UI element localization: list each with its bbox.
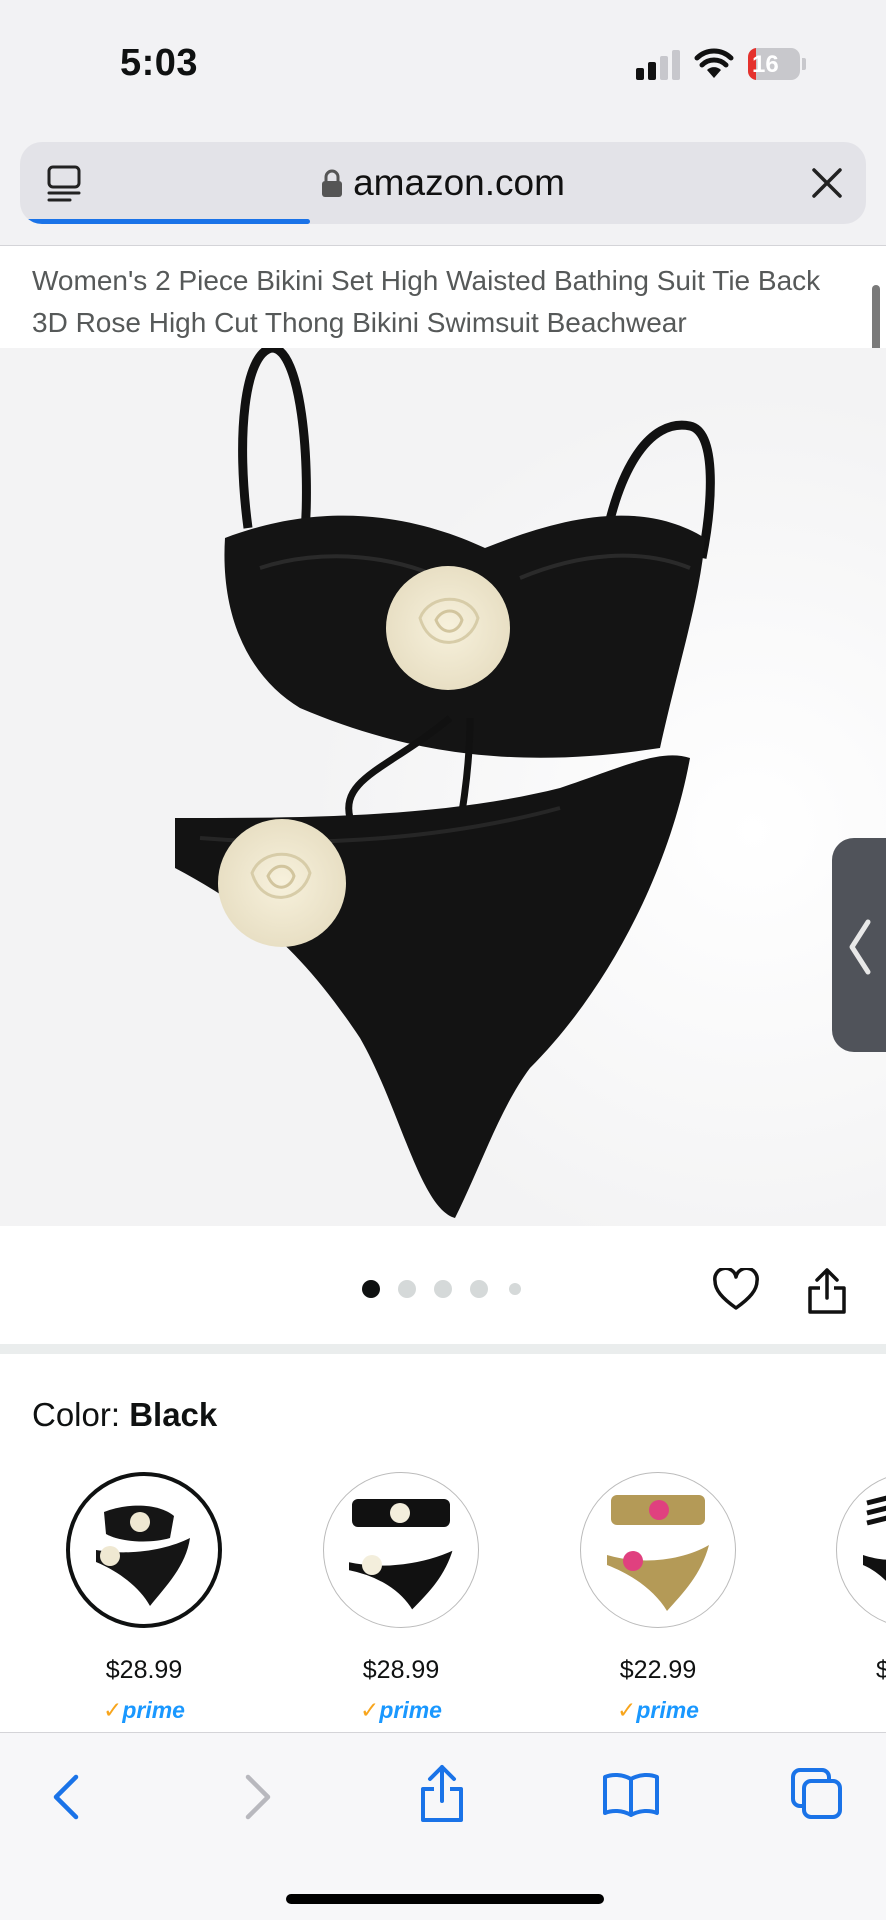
swatch-price: $28.99 — [105, 1656, 183, 1684]
product-image[interactable] — [0, 348, 886, 1226]
pagination-dot[interactable] — [434, 1280, 452, 1298]
swatch-image — [836, 1472, 886, 1628]
swatch-image — [323, 1472, 479, 1628]
swatch-image — [580, 1472, 736, 1628]
url-text[interactable]: amazon.com — [353, 162, 565, 204]
prime-badge: ✓prime — [103, 1697, 185, 1723]
prime-label: prime — [379, 1697, 442, 1723]
battery-icon: 16 — [748, 48, 806, 80]
pagination-dot[interactable] — [398, 1280, 416, 1298]
wifi-icon — [694, 48, 734, 78]
address-bar[interactable]: amazon.com — [20, 142, 866, 224]
share-icon[interactable] — [806, 1266, 848, 1316]
tabs-icon[interactable] — [790, 1767, 844, 1821]
chevron-left-icon — [849, 919, 871, 975]
share-icon[interactable] — [418, 1763, 466, 1825]
browser-address-area: amazon.com — [0, 130, 886, 246]
back-arrow-icon[interactable] — [48, 1769, 84, 1825]
color-selector: Color: Black $28.99 ✓prime $28.99 ✓prime — [0, 1354, 886, 1734]
status-time: 5:03 — [120, 42, 199, 84]
color-label: Color: Black — [32, 1396, 217, 1434]
pagination-dot[interactable] — [509, 1283, 521, 1295]
prime-label: prime — [636, 1697, 699, 1723]
cellular-signal-icon — [636, 50, 680, 80]
swatch-price: $22.99 — [619, 1656, 697, 1684]
product-photo — [0, 348, 886, 1226]
page-load-progress — [26, 219, 310, 224]
product-title-area: Women's 2 Piece Bikini Set High Waisted … — [0, 246, 886, 348]
image-controls — [0, 1226, 886, 1344]
prime-label: prime — [122, 1697, 185, 1723]
browser-toolbar — [0, 1732, 886, 1920]
heart-icon[interactable] — [712, 1268, 760, 1312]
close-icon[interactable] — [810, 166, 844, 200]
status-bar: 5:03 16 — [0, 0, 886, 130]
section-divider — [0, 1344, 886, 1354]
selected-color: Black — [129, 1396, 218, 1433]
pagination-dot[interactable] — [470, 1280, 488, 1298]
prime-badge: ✓prime — [617, 1697, 699, 1723]
color-swatch-striped[interactable]: $ — [834, 1472, 886, 1685]
prime-badge: ✓prime — [360, 1697, 442, 1723]
lock-icon — [322, 169, 343, 197]
swatch-price: $ — [876, 1656, 886, 1684]
swatch-price: $28.99 — [362, 1656, 440, 1684]
color-swatch-black-white[interactable]: $28.99 ✓prime — [321, 1472, 481, 1724]
swatch-image — [66, 1472, 222, 1628]
product-title[interactable]: Women's 2 Piece Bikini Set High Waisted … — [32, 260, 854, 344]
color-label-text: Color: — [32, 1396, 130, 1433]
forward-arrow-icon[interactable] — [240, 1769, 276, 1825]
pagination-dot[interactable] — [362, 1280, 380, 1298]
battery-level: 16 — [752, 51, 779, 78]
home-indicator[interactable] — [286, 1894, 604, 1904]
side-drawer-handle[interactable] — [832, 838, 886, 1052]
color-swatch-khaki[interactable]: $22.99 ✓prime — [578, 1472, 738, 1724]
color-swatch-black[interactable]: $28.99 ✓prime — [64, 1472, 224, 1724]
bookmarks-icon[interactable] — [602, 1771, 660, 1819]
